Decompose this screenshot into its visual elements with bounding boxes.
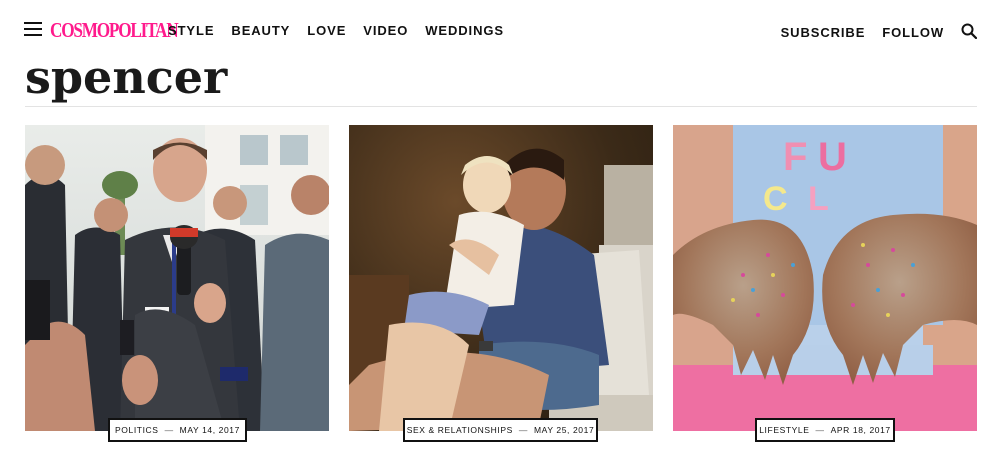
title-divider [25,106,977,107]
article-image-glitter-hands[interactable]: F U C L [673,125,977,431]
nav-item-love[interactable]: LOVE [307,23,346,39]
article-meta-tag[interactable]: POLITICS — MAY 14, 2017 [108,418,247,442]
meta-separator: — [518,425,528,435]
nav-item-video[interactable]: VIDEO [363,23,408,39]
nav-item-style[interactable]: STYLE [168,23,214,39]
article-image-father-child[interactable] [349,125,653,431]
article-category[interactable]: LIFESTYLE [759,425,809,435]
article-category[interactable]: SEX & RELATIONSHIPS [407,425,513,435]
main-nav: STYLE BEAUTY LOVE VIDEO WEDDINGS [168,23,504,39]
nav-item-beauty[interactable]: BEAUTY [231,23,290,39]
hamburger-icon[interactable] [24,22,42,36]
article-card-relationships[interactable] [349,125,653,431]
svg-text:U: U [818,135,847,179]
svg-text:L: L [808,180,829,218]
utility-nav: SUBSCRIBE FOLLOW [781,25,944,41]
meta-separator: — [815,425,825,435]
meta-separator: — [164,425,174,435]
search-icon[interactable] [961,23,977,39]
article-card-politics[interactable] [25,125,329,431]
article-meta-tag[interactable]: SEX & RELATIONSHIPS — MAY 25, 2017 [403,418,598,442]
article-image-press-crowd[interactable] [25,125,329,431]
subscribe-link[interactable]: SUBSCRIBE [781,25,866,41]
article-date: MAY 14, 2017 [179,425,240,435]
nav-item-weddings[interactable]: WEDDINGS [425,23,504,39]
site-logo[interactable]: COSMOPOLITAN [50,18,179,42]
page-title: spencer [25,50,228,104]
article-date: MAY 25, 2017 [534,425,595,435]
article-card-lifestyle[interactable]: F U C L [673,125,977,431]
article-date: APR 18, 2017 [830,425,891,435]
article-category[interactable]: POLITICS [115,425,159,435]
svg-text:C: C [763,180,788,218]
article-meta-tag[interactable]: LIFESTYLE — APR 18, 2017 [755,418,895,442]
svg-text:F: F [783,135,807,179]
follow-link[interactable]: FOLLOW [882,25,944,41]
